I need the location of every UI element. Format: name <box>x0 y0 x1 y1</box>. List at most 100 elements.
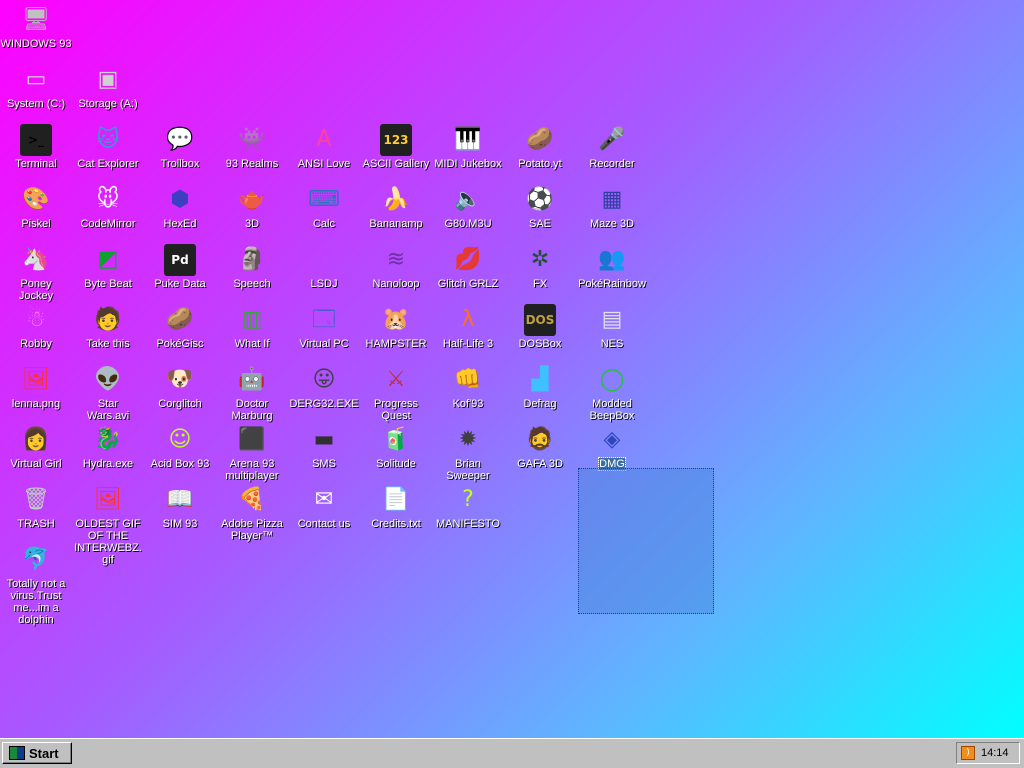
desktop-icon-gafa-3d[interactable]: 🧔 GAFA 3D <box>504 424 576 470</box>
desktop-icon-lenna-png[interactable]: 🖼 lenna.png <box>0 364 72 410</box>
desktop-icon-windows-93[interactable]: 🖥 WINDOWS 93 <box>0 4 72 50</box>
desktop-icon-kof-93[interactable]: 👊 Kof'93 <box>432 364 504 410</box>
desktop-icon-brian-sweeper[interactable]: ✹ Brian Sweeper <box>432 424 504 482</box>
half-life-3-icon: λ <box>461 307 475 332</box>
corglitch-icon: 🐶 <box>166 367 194 392</box>
desktop-icon-label: NES <box>600 338 624 350</box>
desktop-icon-sim-93[interactable]: 📖 SIM 93 <box>144 484 216 530</box>
desktop-icon-modded-beepbox[interactable]: ◯ Modded BeepBox <box>576 364 648 422</box>
desktop-icon-solitude[interactable]: 🧃 Solitude <box>360 424 432 470</box>
desktop-icon-ansi-love[interactable]: A ANSI Love <box>288 124 360 170</box>
desktop-icon-contact-us[interactable]: ✉ Contact us <box>288 484 360 530</box>
desktop-icon-doctor-marburg[interactable]: 🤖 Doctor Marburg <box>216 364 288 422</box>
desktop-icon-storage-a[interactable]: ▣ Storage (A:) <box>72 64 144 110</box>
byte-beat-icon: ◩ <box>97 247 119 272</box>
desktop-icon-pok-rainbow[interactable]: 👥 PokéRainbow <box>576 244 648 290</box>
desktop-icon-label: Byte Beat <box>84 278 132 290</box>
desktop-icon-half-life-3[interactable]: λ Half-Life 3 <box>432 304 504 350</box>
desktop-icon-puke-data[interactable]: Pd Puke Data <box>144 244 216 290</box>
desktop-icon-3d[interactable]: 🫖 3D <box>216 184 288 230</box>
desktop-icon-what-if[interactable]: ▥ What If <box>216 304 288 350</box>
desktop-icon-potato-yt[interactable]: 🥔 Potato.yt <box>504 124 576 170</box>
taskbar: Start ) 14:14 <box>0 738 1024 768</box>
desktop-icon-label: TRASH <box>17 518 55 530</box>
desktop-icon-maze-3d[interactable]: ▦ Maze 3D <box>576 184 648 230</box>
desktop-icon-calc[interactable]: ⌨ Calc <box>288 184 360 230</box>
doctor-marburg-icon: 🤖 <box>238 367 266 392</box>
start-button[interactable]: Start <box>2 742 72 764</box>
desktop-icon-cat-explorer[interactable]: 🐱 Cat Explorer <box>72 124 144 170</box>
desktop-icon-fx[interactable]: ✲ FX <box>504 244 576 290</box>
desktop-icon-hampster[interactable]: 🐹 HAMPSTER <box>360 304 432 350</box>
desktop-icon-recorder[interactable]: 🎤 Recorder <box>576 124 648 170</box>
desktop-icon-speech[interactable]: 🗿 Speech <box>216 244 288 290</box>
desktop-icon-piskel[interactable]: 🎨 Piskel <box>0 184 72 230</box>
desktop-icon-glitch-grlz[interactable]: 💋 Glitch GRLZ <box>432 244 504 290</box>
desktop-icon-trash[interactable]: 🗑 TRASH <box>0 484 72 530</box>
desktop-icon-93-realms[interactable]: 👾 93 Realms <box>216 124 288 170</box>
desktop-icon-midi-jukebox[interactable]: 🎹 MIDI Jukebox <box>432 124 504 170</box>
desktop-icon-label: ANSI Love <box>297 158 351 170</box>
nes-icon: ▤ <box>601 307 623 332</box>
rss-icon[interactable]: ) <box>961 746 975 760</box>
sms-icon: ▬ <box>313 427 335 452</box>
desktop-icon-nanoloop[interactable]: ≋ Nanoloop <box>360 244 432 290</box>
desktop-icon-poney-jockey[interactable]: 🦄 Poney Jockey <box>0 244 72 302</box>
desktop-icon-sae[interactable]: ⚽ SAE <box>504 184 576 230</box>
desktop-icon-label: Star Wars.avi <box>86 398 130 422</box>
desktop-icon-take-this[interactable]: 🧑 Take this <box>72 304 144 350</box>
recorder-icon: 🎤 <box>598 127 626 152</box>
arena-93-multiplayer-icon: ⬛ <box>238 427 266 452</box>
desktop-icon-terminal[interactable]: >_ Terminal <box>0 124 72 170</box>
desktop-icon-g80-m3u[interactable]: 🔈 G80.M3U <box>432 184 504 230</box>
puke-data-icon: Pd <box>164 244 196 276</box>
desktop-icon-star-wars-avi[interactable]: 👽 Star Wars.avi <box>72 364 144 422</box>
glitch-grlz-icon: 💋 <box>454 247 482 272</box>
desktop-icon-label: Half-Life 3 <box>442 338 494 350</box>
take-this-icon: 🧑 <box>94 307 122 332</box>
desktop-icon-virtual-girl[interactable]: 👩 Virtual Girl <box>0 424 72 470</box>
desktop-icon-byte-beat[interactable]: ◩ Byte Beat <box>72 244 144 290</box>
desktop-icon-virtual-pc[interactable]: 🗔 Virtual PC <box>288 304 360 350</box>
desktop-icon-credits-txt[interactable]: 📄 Credits.txt <box>360 484 432 530</box>
desktop-icon-label: Poney Jockey <box>18 278 54 302</box>
desktop-icon-trollbox[interactable]: 💬 Trollbox <box>144 124 216 170</box>
desktop-icon-label: Virtual PC <box>299 338 349 350</box>
acid-box-93-icon: ☺ <box>168 427 192 452</box>
desktop-icon-robby[interactable]: ☃ Robby <box>0 304 72 350</box>
desktop-icon-adobe-pizza-player[interactable]: 🍕 Adobe Pizza Player™ <box>216 484 288 542</box>
windows93-logo-icon <box>9 746 25 760</box>
dosbox-icon: DOS <box>524 304 556 336</box>
desktop-icon-label: Solitude <box>376 458 416 470</box>
desktop[interactable]: 🖥 WINDOWS 93 ▭ System (C:) ▣ Storage (A:) >_ Te… <box>0 0 1024 738</box>
desktop-icon-progress-quest[interactable]: ⚔ Progress Quest <box>360 364 432 422</box>
desktop-icon-bananamp[interactable]: 🍌 Bananamp <box>360 184 432 230</box>
desktop-icon-dmg[interactable]: ◈ DMG <box>576 424 648 471</box>
desktop-icon-nes[interactable]: ▤ NES <box>576 304 648 350</box>
desktop-icon-label: Speech <box>233 278 271 290</box>
desktop-icon-corglitch[interactable]: 🐶 Corglitch <box>144 364 216 410</box>
desktop-icon-label: 93 Realms <box>225 158 279 170</box>
desktop-icon-label: Take this <box>86 338 130 350</box>
desktop-icon-lsdj[interactable]: ♬ LSDJ <box>288 244 360 290</box>
start-label: Start <box>29 745 59 761</box>
desktop-icon-label: CodeMirror <box>80 218 136 230</box>
desktop-icon-system-c[interactable]: ▭ System (C:) <box>0 64 72 110</box>
desktop-icon-acid-box-93[interactable]: ☺ Acid Box 93 <box>144 424 216 470</box>
desktop-icon-label: Progress Quest <box>373 398 419 422</box>
desktop-icon-pok-gisc[interactable]: 🥔 PokéGisc <box>144 304 216 350</box>
desktop-icon-manifesto[interactable]: ? MANIFESTO <box>432 484 504 530</box>
desktop-icon-totally-not-a-virus-trust-me-im-a-dolphin[interactable]: 🐬 Totally not a virus.Trust me...im a dol… <box>0 544 72 626</box>
desktop-icon-arena-93-multiplayer[interactable]: ⬛ Arena 93 multiplayer <box>216 424 288 482</box>
desktop-icon-dosbox[interactable]: DOS DOSBox <box>504 304 576 350</box>
desktop-icon-derg32-exe[interactable]: 😛 DERG32.EXE <box>288 364 360 410</box>
hydra-exe-icon: 🐉 <box>94 427 122 452</box>
desktop-icon-hydra-exe[interactable]: 🐉 Hydra.exe <box>72 424 144 470</box>
desktop-icon-ascii-gallery[interactable]: 123 ASCII Gallery <box>360 124 432 170</box>
codemirror-icon: 🐭 <box>96 187 120 212</box>
desktop-icon-defrag[interactable]: ▟ Defrag <box>504 364 576 410</box>
desktop-icon-oldest-gif-of-the-interwebz-gif[interactable]: 🖼 OLDEST GIF OF THE INTERWEBZ. gif <box>72 484 144 566</box>
desktop-icon-sms[interactable]: ▬ SMS <box>288 424 360 470</box>
desktop-icon-codemirror[interactable]: 🐭 CodeMirror <box>72 184 144 230</box>
desktop-icon-hexed[interactable]: ⬢ HexEd <box>144 184 216 230</box>
